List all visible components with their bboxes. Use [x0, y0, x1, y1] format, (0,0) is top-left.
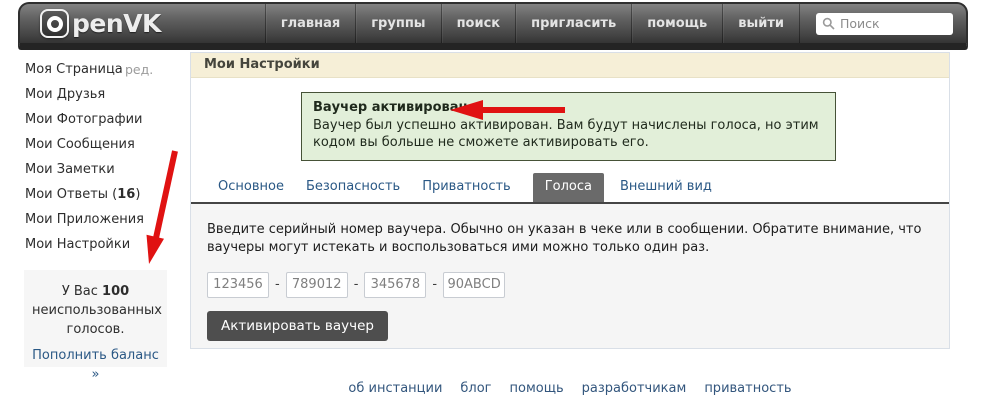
voucher-part-2[interactable] — [286, 272, 348, 298]
balance-text-suffix: неиспользованных голосов. — [32, 303, 162, 337]
sidebar-nav: Моя Страницаред. Мои Друзья Мои Фотографии… — [25, 63, 177, 263]
tab-security[interactable]: Безопасность — [306, 173, 400, 202]
voucher-panel: Введите серийный номер ваучера. Обычно о… — [191, 204, 949, 348]
activate-voucher-button[interactable]: Активировать ваучер — [207, 311, 388, 341]
voucher-instruction: Введите серийный номер ваучера. Обычно о… — [207, 221, 933, 257]
logo-text: penVK — [72, 9, 161, 38]
settings-tabs-bar: Основное Безопасность Приватность Голоса Вне… — [191, 173, 949, 204]
sidebar-item-my-settings[interactable]: Мои Настройки — [25, 238, 177, 251]
balance-box: У Вас 100 неиспользованных голосов. Попо… — [24, 270, 167, 367]
sidebar-item-my-settings-label: Мои Настройки — [25, 237, 130, 252]
header-search-input[interactable]: Поиск — [816, 13, 953, 35]
balance-text-prefix: У Вас — [62, 284, 98, 299]
success-message-title: Ваучер активирован — [313, 99, 824, 117]
footer-link-about[interactable]: об инстанции — [348, 381, 442, 396]
nav-item-invite[interactable]: пригласить — [515, 4, 631, 43]
sidebar-item-my-photos[interactable]: Мои Фотографии — [25, 113, 177, 126]
tab-appearance[interactable]: Внешний вид — [620, 173, 712, 202]
sidebar-item-my-messages[interactable]: Мои Сообщения — [25, 138, 177, 151]
sidebar-item-my-notes-label: Мои Заметки — [25, 162, 115, 177]
sidebar-item-my-answers-label: Мои Ответы ( — [25, 187, 117, 202]
voucher-separator: - — [432, 277, 437, 292]
sidebar-item-my-page-label: Моя Страница — [25, 62, 123, 77]
voucher-part-4[interactable] — [443, 272, 505, 298]
page-title: Мои Настройки — [191, 53, 949, 78]
sidebar-item-my-messages-label: Мои Сообщения — [25, 137, 135, 152]
logo-o-icon — [40, 9, 69, 38]
success-message-body: Ваучер был успешно активирован. Вам буду… — [313, 117, 824, 152]
tab-points[interactable]: Голоса — [533, 173, 604, 202]
nav-menu: главнаягруппыпоискпригласитьпомощьвыйти — [265, 4, 800, 43]
sidebar-item-my-notes[interactable]: Мои Заметки — [25, 163, 177, 176]
tab-privacy[interactable]: Приватность — [422, 173, 511, 202]
search-icon — [822, 17, 835, 30]
balance-votes-count: 100 — [102, 284, 129, 299]
sidebar-item-my-answers[interactable]: Мои Ответы (16) — [25, 188, 177, 201]
footer-link-developers[interactable]: разработчикам — [582, 381, 687, 396]
sidebar-item-my-photos-label: Мои Фотографии — [25, 112, 142, 127]
voucher-inputs-row: --- — [207, 272, 933, 298]
voucher-part-3[interactable] — [364, 272, 426, 298]
voucher-separator: - — [275, 277, 280, 292]
voucher-part-1[interactable] — [207, 272, 269, 298]
sidebar-item-my-apps[interactable]: Мои Приложения — [25, 213, 177, 226]
sidebar-item-my-answers-count: 16 — [117, 187, 135, 202]
openvk-logo[interactable]: penVK — [40, 4, 161, 43]
footer-link-blog[interactable]: блог — [460, 381, 491, 396]
footer-link-help[interactable]: помощь — [510, 381, 564, 396]
sidebar-item-my-answers-close: ) — [135, 187, 140, 202]
nav-item-search[interactable]: поиск — [441, 4, 516, 43]
search-placeholder: Поиск — [840, 16, 880, 31]
sidebar-item-my-friends-label: Мои Друзья — [25, 87, 105, 102]
top-navbar: penVK главнаягруппыпоискпригласитьпомощь… — [18, 2, 968, 50]
nav-item-home[interactable]: главная — [265, 4, 355, 43]
nav-item-logout[interactable]: выйти — [722, 4, 800, 43]
success-message: Ваучер активирован Ваучер был успешно ак… — [301, 92, 836, 161]
footer-link-privacy[interactable]: приватность — [704, 381, 791, 396]
footer-links: об инстанции блог помощь разработчикам прива… — [190, 381, 950, 396]
tab-general[interactable]: Основное — [218, 173, 284, 202]
sidebar-item-my-apps-label: Мои Приложения — [25, 212, 144, 227]
voucher-separator: - — [354, 277, 359, 292]
sidebar-item-my-page[interactable]: Моя Страницаред. — [25, 63, 177, 76]
sidebar-item-my-friends[interactable]: Мои Друзья — [25, 88, 177, 101]
nav-item-help[interactable]: помощь — [631, 4, 722, 43]
sidebar-item-my-page-edit-link[interactable]: ред. — [125, 63, 153, 76]
nav-item-groups[interactable]: группы — [355, 4, 440, 43]
top-up-balance-link[interactable]: Пополнить баланс » — [32, 346, 159, 384]
settings-content: Мои Настройки Ваучер активирован Ваучер … — [190, 52, 950, 349]
